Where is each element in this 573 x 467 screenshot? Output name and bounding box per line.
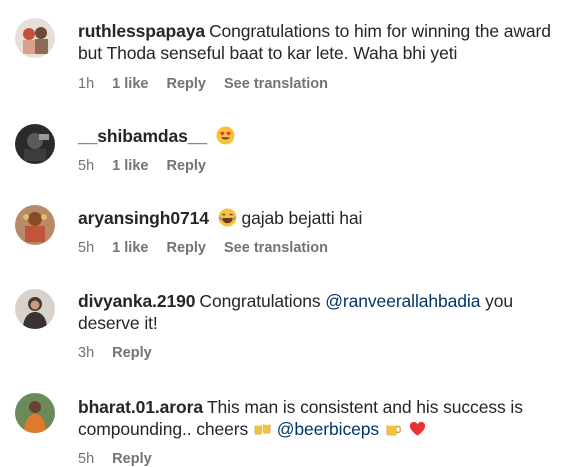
comment-time[interactable]: 5h: [78, 451, 94, 467]
comment-time[interactable]: 5h: [78, 158, 94, 174]
comment-likes[interactable]: 1 like: [112, 76, 148, 92]
avatar-image-icon: [15, 289, 55, 329]
avatar[interactable]: [15, 289, 55, 329]
reply-button[interactable]: Reply: [166, 76, 206, 92]
comment-time[interactable]: 1h: [78, 76, 94, 92]
comment-text: gajab bejatti hai: [241, 208, 363, 228]
comment-text: Congratulations: [199, 291, 321, 311]
reply-button[interactable]: Reply: [112, 345, 152, 361]
mention-link[interactable]: @ranveerallahbadia: [325, 291, 480, 311]
avatar-image-icon: [15, 124, 55, 164]
comment-username[interactable]: ruthlesspapaya: [78, 21, 205, 41]
comment-username[interactable]: bharat.01.arora: [78, 397, 203, 417]
see-translation-button[interactable]: See translation: [224, 76, 328, 92]
clinking-beer-mugs-emoji-icon: [254, 421, 271, 435]
comment-username[interactable]: divyanka.2190: [78, 291, 196, 311]
comment-likes[interactable]: 1 like: [112, 240, 148, 256]
avatar[interactable]: [15, 124, 55, 164]
reply-button[interactable]: Reply: [112, 451, 152, 467]
comment-likes[interactable]: 1 like: [112, 158, 148, 174]
beer-mug-emoji-icon: [386, 422, 401, 436]
see-translation-button[interactable]: See translation: [224, 240, 328, 256]
avatar-image-icon: [15, 205, 55, 245]
reply-button[interactable]: Reply: [166, 158, 206, 174]
avatar[interactable]: [15, 205, 55, 245]
laughing-emoji-icon: [218, 208, 237, 227]
red-heart-emoji-icon: [409, 421, 425, 436]
avatar-image-icon: [15, 393, 55, 433]
avatar[interactable]: [15, 393, 55, 433]
reply-button[interactable]: Reply: [166, 240, 206, 256]
avatar[interactable]: [15, 18, 55, 58]
comment-time[interactable]: 3h: [78, 345, 94, 361]
heart-eyes-emoji-icon: [216, 126, 235, 145]
avatar-image-icon: [15, 18, 55, 58]
comment-username[interactable]: aryansingh0714: [78, 208, 209, 228]
mention-link[interactable]: @beerbiceps: [277, 419, 379, 439]
comment-time[interactable]: 5h: [78, 240, 94, 256]
comment-username[interactable]: __shibamdas__: [78, 126, 207, 146]
